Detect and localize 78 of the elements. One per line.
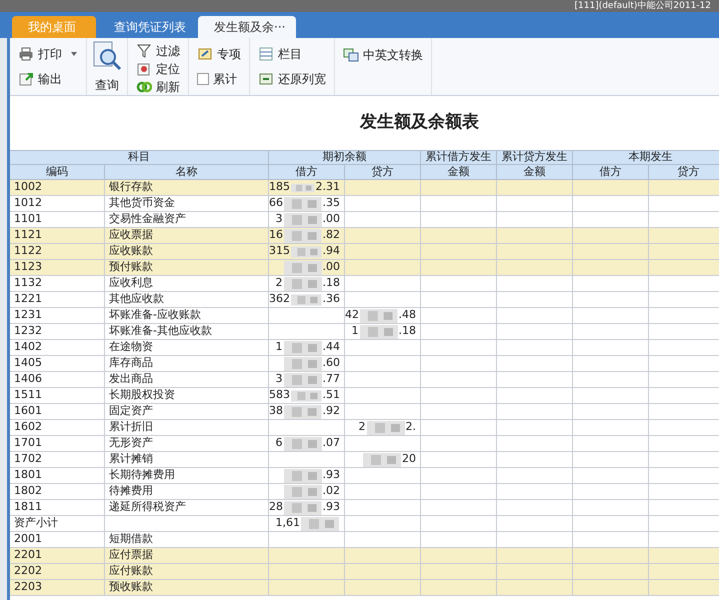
blurred-block: [284, 356, 322, 370]
blurred-block: [360, 324, 398, 338]
blurred-block: [284, 372, 322, 386]
blurred-block: [284, 212, 322, 226]
document-icon: [197, 46, 213, 62]
restore-icon: [258, 70, 274, 87]
table-row[interactable]: 1101 交易性金融资产 3 .00: [10, 212, 719, 228]
export-icon: [18, 70, 34, 87]
toolbar-button[interactable]: 输出: [14, 70, 82, 88]
blurred-block: [291, 244, 322, 258]
toolbar-button[interactable]: 刷新: [132, 78, 184, 96]
blurred-block: [284, 500, 322, 514]
blurred-block: [363, 452, 401, 466]
refresh-icon: [136, 79, 152, 95]
table-row[interactable]: 1122 应收账款 315 .94: [10, 244, 719, 260]
column-group-header: 本期发生: [573, 150, 719, 165]
table-row[interactable]: 1811 递延所得税资产 28 .93: [10, 500, 719, 516]
table-row[interactable]: 1132 应收利息 2 .18: [10, 276, 719, 292]
toolbar-button[interactable]: 还原列宽: [254, 70, 330, 88]
toolbar-button[interactable]: 专项: [193, 45, 245, 64]
blurred-block: [366, 420, 404, 434]
tab[interactable]: 发生额及余···: [198, 16, 296, 38]
table-row[interactable]: 1802 待摊费用 .02: [10, 484, 719, 500]
query-button[interactable]: 查询: [91, 38, 123, 95]
table-row[interactable]: 资产小计 1,61: [10, 516, 719, 532]
column-group-header: 累计贷方发生: [497, 150, 573, 165]
table-row[interactable]: 1701 无形资产 6 .07: [10, 436, 719, 452]
blurred-block: [284, 340, 322, 354]
table-row[interactable]: 1405 库存商品 .60: [10, 356, 719, 372]
toolbar-button[interactable]: 打印: [14, 45, 82, 64]
report-title: 发生额及余额表: [360, 111, 479, 134]
table-row[interactable]: 2203 预收账款: [10, 580, 719, 596]
table-row[interactable]: 1232 坏账准备-其他应收款 1 .18: [10, 324, 719, 340]
window-title: [111](default)中能公司2011-12: [574, 2, 711, 10]
table-row[interactable]: 1221 其他应收款 362 .36: [10, 292, 719, 308]
blurred-block: [284, 404, 322, 418]
printer-icon: [18, 46, 34, 62]
filter-icon: [136, 43, 152, 59]
table-row[interactable]: 2001 短期借款: [10, 532, 719, 548]
blurred-block: [284, 276, 322, 290]
blurred-block: [284, 196, 322, 210]
columns-icon: [258, 46, 274, 62]
translate-icon: [343, 47, 359, 63]
table-row[interactable]: 1402 在途物资 1 .44: [10, 340, 719, 356]
table-row[interactable]: 1002 银行存款 185 2.31: [10, 180, 719, 196]
table-row[interactable]: 2202 应付账款: [10, 564, 719, 580]
toolbar-button[interactable]: 过滤: [132, 42, 184, 60]
table-row[interactable]: 1406 发出商品 3 .77: [10, 372, 719, 388]
table-row[interactable]: 1702 累计摊销 20: [10, 452, 719, 468]
table-cell: 预收账款: [105, 580, 269, 596]
table-row[interactable]: 1801 长期待摊费用 .93: [10, 468, 719, 484]
toolbar-button[interactable]: 中英文转换: [339, 46, 427, 64]
table-row[interactable]: 1602 累计折旧 2 2.: [10, 420, 719, 436]
column-group-header: 累计借方发生: [421, 150, 497, 165]
locate-icon: [136, 61, 152, 77]
blurred-block: [284, 468, 322, 482]
blurred-block: [291, 292, 322, 306]
blurred-block: [284, 436, 322, 450]
toolbar-button[interactable]: 定位: [132, 60, 184, 78]
table-cell: 2203: [10, 580, 105, 596]
cumulative-checkbox[interactable]: 累计: [193, 70, 245, 88]
blurred-block: [284, 228, 322, 242]
table-row[interactable]: 1123 预付账款 .00: [10, 260, 719, 276]
table-row[interactable]: 1012 其他货币资金 66 .35: [10, 196, 719, 212]
blurred-block: [291, 180, 314, 194]
blurred-block: [284, 260, 322, 274]
table-row[interactable]: 1511 长期股权投资 583 .51: [10, 388, 719, 404]
blurred-block: [284, 484, 322, 498]
table-row[interactable]: 1121 应收票据 16 .82: [10, 228, 719, 244]
toolbar-button[interactable]: 栏目: [254, 45, 330, 64]
column-group-header: 期初余额: [269, 150, 421, 165]
table-row[interactable]: 2201 应付票据: [10, 548, 719, 564]
blurred-block: [360, 308, 398, 322]
blurred-block: [301, 516, 339, 530]
table-row[interactable]: 1601 固定资产 38 .92: [10, 404, 719, 420]
blurred-block: [291, 388, 322, 402]
table-row[interactable]: 1231 坏账准备-应收账款 42 .48: [10, 308, 719, 324]
column-group-header: 科目: [10, 150, 269, 165]
